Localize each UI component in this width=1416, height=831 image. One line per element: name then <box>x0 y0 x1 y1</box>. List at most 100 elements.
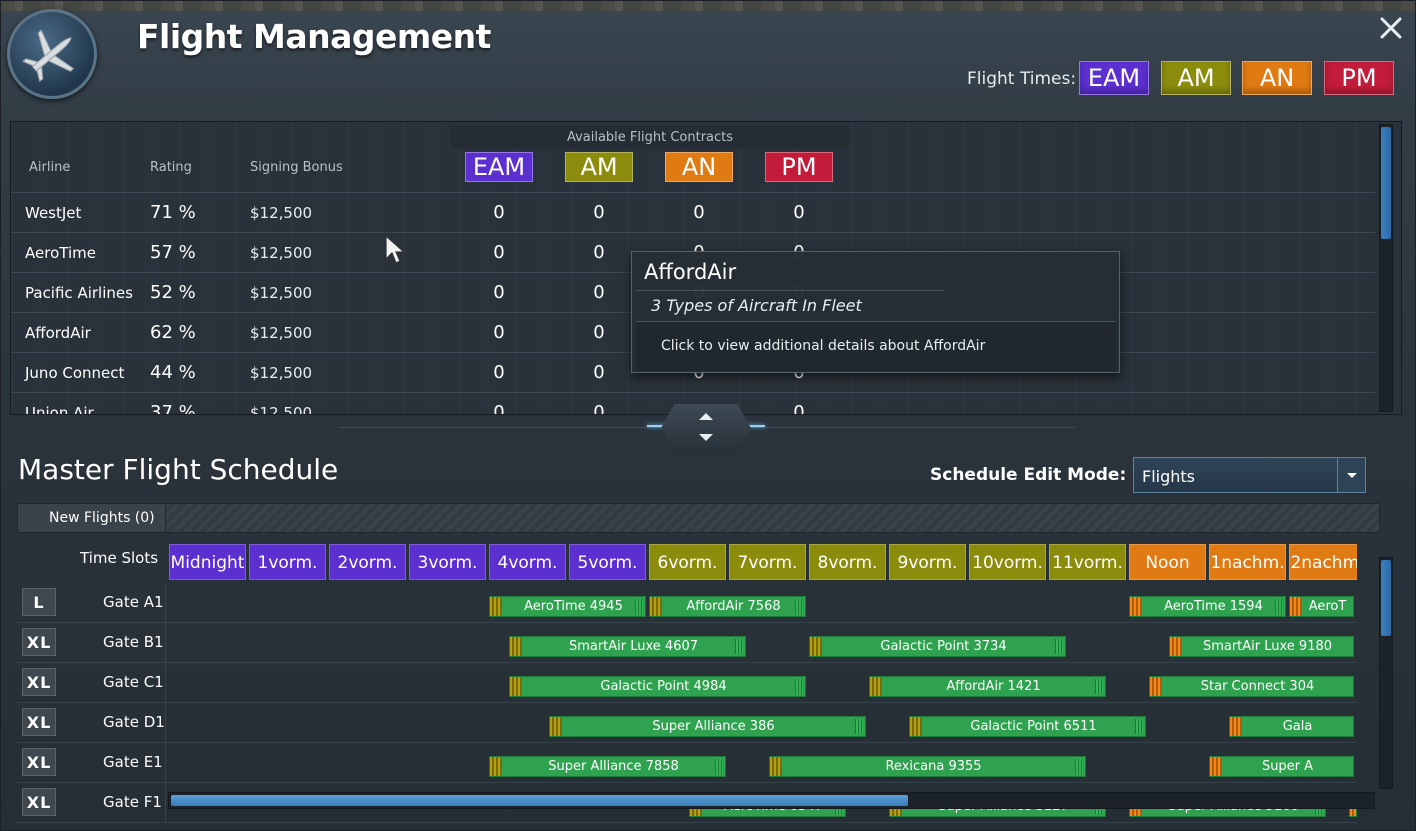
chevron-down-icon <box>699 434 713 441</box>
flight-prep-stub <box>810 637 822 656</box>
airline-rating: 52 % <box>150 282 196 303</box>
time-slot-9[interactable]: 9vorm. <box>889 544 966 580</box>
eam-count: 0 <box>493 282 505 303</box>
time-slot-6[interactable]: 6vorm. <box>649 544 726 580</box>
contracts-scrollbar-thumb[interactable] <box>1381 127 1391 239</box>
schedule-horizontal-thumb[interactable] <box>171 795 908 806</box>
flight-management-window: Flight Management Flight Times: EAM AM A… <box>0 0 1416 831</box>
flight-bar[interactable]: AeroTime 4945 <box>489 596 646 617</box>
gate-size-badge: XL <box>22 668 56 696</box>
gate-row: XL Gate E1 Super Alliance 7858 Rexicana 935… <box>17 743 1357 783</box>
flight-label: AeroT <box>1308 599 1347 614</box>
column-am-header[interactable]: AM <box>565 152 633 182</box>
dropdown-arrow[interactable] <box>1337 458 1365 492</box>
new-flights-cell[interactable]: New Flights (0) <box>18 504 166 532</box>
close-icon[interactable] <box>1378 15 1404 41</box>
airline-name: AeroTime <box>25 244 96 262</box>
flight-prep-stub <box>770 757 782 776</box>
column-an-header[interactable]: AN <box>665 152 733 182</box>
airline-name: AffordAir <box>25 324 91 342</box>
signing-bonus-column-header[interactable]: Signing Bonus <box>250 160 343 175</box>
flight-label: AeroTime 4945 <box>524 599 623 614</box>
contract-row[interactable]: WestJet 71 % $12,500 0 0 0 0 <box>11 192 1375 232</box>
flight-bar[interactable]: SmartAir Luxe 4607 <box>509 636 746 657</box>
airline-name: Juno Connect <box>25 364 125 382</box>
time-slot-12[interactable]: Noon <box>1129 544 1206 580</box>
contracts-scrollbar[interactable] <box>1379 124 1393 412</box>
tooltip-title: AffordAir <box>644 260 737 284</box>
column-eam-header[interactable]: EAM <box>465 152 533 182</box>
time-slot-0[interactable]: Midnight <box>169 544 246 580</box>
time-slot-3[interactable]: 3vorm. <box>409 544 486 580</box>
am-count: 0 <box>593 322 605 343</box>
flight-time-eam-button[interactable]: EAM <box>1079 61 1149 95</box>
airline-name: WestJet <box>25 204 82 222</box>
flight-bar[interactable]: SmartAir Luxe 9180 <box>1169 636 1354 657</box>
airplane-logo-icon <box>7 9 97 99</box>
am-count: 0 <box>593 202 605 223</box>
time-slot-2[interactable]: 2vorm. <box>329 544 406 580</box>
rating-column-header[interactable]: Rating <box>150 160 192 175</box>
time-slot-4[interactable]: 4vorm. <box>489 544 566 580</box>
flight-bar[interactable]: Galactic Point 3734 <box>809 636 1066 657</box>
flight-turnaround-tail <box>1095 679 1103 694</box>
time-slot-1[interactable]: 1vorm. <box>249 544 326 580</box>
flight-bar[interactable]: AffordAir 7568 <box>649 596 806 617</box>
panel-resize-handle[interactable] <box>661 404 751 452</box>
schedule-vertical-thumb[interactable] <box>1381 560 1391 636</box>
new-flights-bar[interactable]: New Flights (0) <box>17 503 1380 533</box>
flight-bar[interactable]: Star Connect 304 <box>1149 676 1354 697</box>
gate-separator <box>165 743 166 783</box>
flight-label: Galactic Point 4984 <box>600 679 727 694</box>
flight-bar[interactable]: Gala <box>1229 716 1354 737</box>
flight-label: Gala <box>1282 719 1313 734</box>
flight-label: SmartAir Luxe 9180 <box>1202 639 1333 654</box>
flight-prep-stub <box>490 757 502 776</box>
time-slot-14[interactable]: 2nachm. <box>1289 544 1357 580</box>
flight-bar[interactable]: Galactic Point 6511 <box>909 716 1146 737</box>
pm-count: 0 <box>793 402 805 415</box>
am-count: 0 <box>593 242 605 263</box>
time-slot-10[interactable]: 10vorm. <box>969 544 1046 580</box>
edit-mode-select[interactable]: Flights <box>1133 457 1366 493</box>
flight-label: Galactic Point 3734 <box>880 639 1007 654</box>
flight-time-an-button[interactable]: AN <box>1242 61 1312 95</box>
flight-bar[interactable]: Galactic Point 4984 <box>509 676 806 697</box>
flight-prep-stub <box>510 637 522 656</box>
airline-rating: 57 % <box>150 242 196 263</box>
column-pm-header[interactable]: PM <box>765 152 833 182</box>
flight-bar[interactable]: AeroTime 1594 <box>1129 596 1286 617</box>
time-slot-8[interactable]: 8vorm. <box>809 544 886 580</box>
flight-time-pm-button[interactable]: PM <box>1324 61 1394 95</box>
time-slot-7[interactable]: 7vorm. <box>729 544 806 580</box>
flight-time-am-button[interactable]: AM <box>1161 61 1231 95</box>
gate-size-badge: XL <box>22 748 56 776</box>
airline-column-header[interactable]: Airline <box>29 160 70 175</box>
flight-turnaround-tail <box>855 719 863 734</box>
flight-prep-stub <box>1130 597 1142 616</box>
time-slot-5[interactable]: 5vorm. <box>569 544 646 580</box>
signing-bonus: $12,500 <box>250 204 313 222</box>
flight-bar[interactable]: Super Alliance 7858 <box>489 756 726 777</box>
am-count: 0 <box>593 402 605 415</box>
schedule-horizontal-scrollbar[interactable] <box>168 792 1375 809</box>
flight-prep-stub <box>870 677 882 696</box>
flight-bar[interactable]: Super Alliance 386 <box>549 716 866 737</box>
edit-mode-value: Flights <box>1142 467 1195 486</box>
schedule-title: Master Flight Schedule <box>18 453 339 486</box>
airline-rating: 44 % <box>150 362 196 383</box>
signing-bonus: $12,500 <box>250 404 313 415</box>
flight-bar[interactable]: AffordAir 1421 <box>869 676 1106 697</box>
schedule-vertical-scrollbar[interactable] <box>1379 557 1393 789</box>
time-slot-13[interactable]: 1nachm. <box>1209 544 1286 580</box>
flight-bar[interactable]: AeroT <box>1289 596 1354 617</box>
chevron-down-icon <box>1347 473 1357 478</box>
time-slot-11[interactable]: 11vorm. <box>1049 544 1126 580</box>
flight-label: Super A <box>1261 759 1314 774</box>
flight-label: AeroTime 1594 <box>1164 599 1263 614</box>
flight-bar[interactable]: Rexicana 9355 <box>769 756 1086 777</box>
flight-label: AffordAir 1421 <box>946 679 1041 694</box>
flight-prep-stub <box>1150 677 1162 696</box>
airline-name: Union Air <box>25 404 94 415</box>
flight-bar[interactable]: Super A <box>1209 756 1354 777</box>
